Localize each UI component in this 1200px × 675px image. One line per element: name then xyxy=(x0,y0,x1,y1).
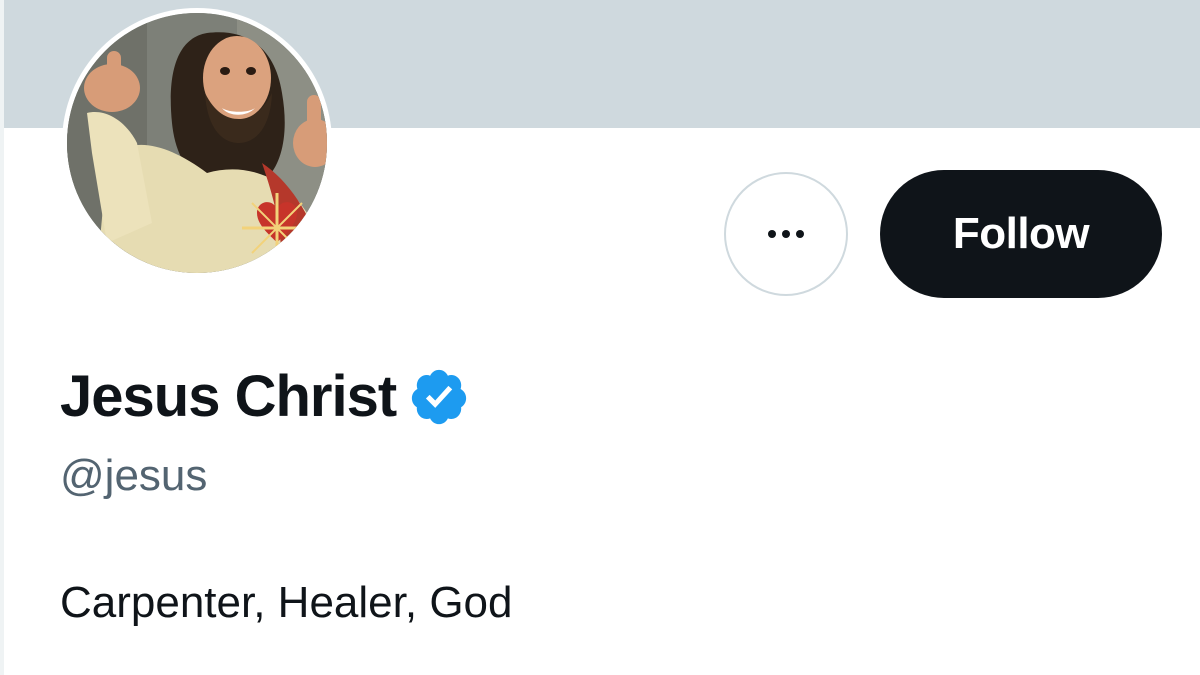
dot xyxy=(782,230,790,238)
profile-bio: Carpenter, Healer, God xyxy=(60,578,513,627)
more-dots-icon xyxy=(768,230,804,238)
profile-page: Follow Jesus Christ @jesus Carpenter, He… xyxy=(0,0,1200,675)
more-options-button[interactable] xyxy=(724,172,848,296)
dot xyxy=(768,230,776,238)
profile-avatar[interactable] xyxy=(62,8,332,278)
display-name: Jesus Christ xyxy=(60,364,397,429)
avatar-image xyxy=(67,13,327,273)
page-divider xyxy=(0,0,4,675)
dot xyxy=(796,230,804,238)
follow-button[interactable]: Follow xyxy=(880,170,1162,298)
profile-name-row: Jesus Christ xyxy=(60,362,470,432)
profile-handle: @jesus xyxy=(60,451,208,500)
verified-badge-icon[interactable] xyxy=(408,366,470,428)
